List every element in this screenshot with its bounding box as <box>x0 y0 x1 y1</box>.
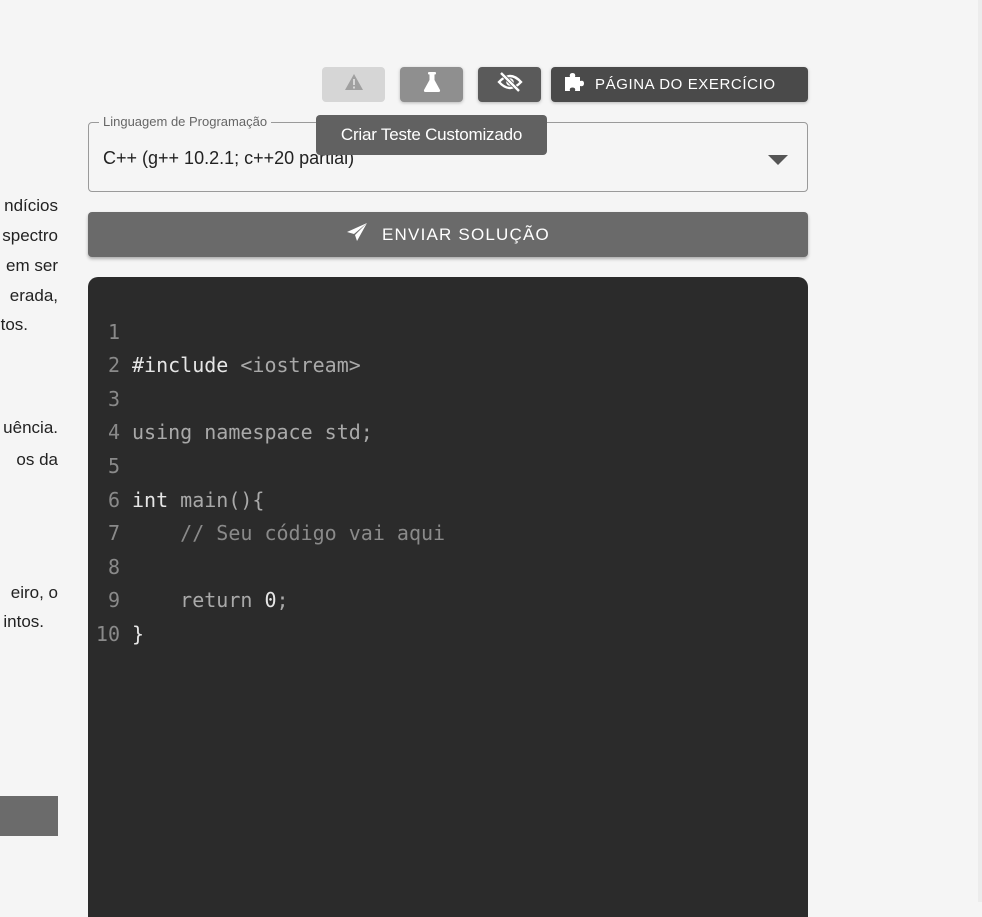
code-line: 5 int main(){ <box>88 416 808 512</box>
code-line: 9 } <box>88 551 808 646</box>
eye-off-icon <box>496 71 523 97</box>
code-line: 8 return 0; <box>88 517 808 613</box>
create-custom-test-button[interactable] <box>400 67 463 102</box>
statement-line: eiro, o <box>10 583 58 602</box>
statement-line: ndícios <box>4 196 58 215</box>
problem-statement-fragment: ndícios spectro em ser erada, tos. uênci… <box>0 0 58 902</box>
left-panel-button[interactable] <box>0 796 58 836</box>
statement-line: spectro <box>2 226 58 245</box>
statement-line: intos. <box>3 612 44 631</box>
warning-triangle-icon <box>344 73 364 96</box>
statement-line: os da <box>16 450 58 469</box>
exercise-page-button[interactable]: PÁGINA DO EXERCÍCIO <box>551 67 808 102</box>
custom-test-tooltip: Criar Teste Customizado <box>316 115 547 155</box>
send-icon <box>346 222 368 247</box>
statement-line: uência. <box>3 418 58 437</box>
code-line: 10 <box>88 584 808 646</box>
statement-line: tos. <box>0 315 28 334</box>
submit-solution-button[interactable]: ENVIAR SOLUÇÃO <box>88 212 808 257</box>
code-line: 7 <box>88 484 808 545</box>
code-line: 3 using namespace std; <box>88 349 808 445</box>
puzzle-icon <box>563 71 585 98</box>
code-line: 4 <box>88 383 808 444</box>
submit-solution-label: ENVIAR SOLUÇÃO <box>382 224 550 244</box>
code-line: 1 #include <iostream> <box>88 282 808 378</box>
flask-icon <box>422 71 442 98</box>
chevron-down-icon <box>768 155 788 165</box>
code-line: 2 <box>88 316 808 377</box>
statement-line: em ser <box>6 256 58 275</box>
statement-line: erada, <box>9 286 58 305</box>
language-select-label: Linguagem de Programação <box>99 114 272 130</box>
exercise-page-label: PÁGINA DO EXERCÍCIO <box>595 76 776 93</box>
line-number: 10 <box>95 621 120 646</box>
window-edge <box>978 0 982 902</box>
report-problem-button[interactable] <box>322 67 385 102</box>
toggle-visibility-button[interactable] <box>478 67 541 102</box>
code-editor[interactable]: 1 #include <iostream> 2 3 using namespac… <box>88 277 808 917</box>
code-line: 6 // Seu código vai aqui <box>88 450 808 546</box>
